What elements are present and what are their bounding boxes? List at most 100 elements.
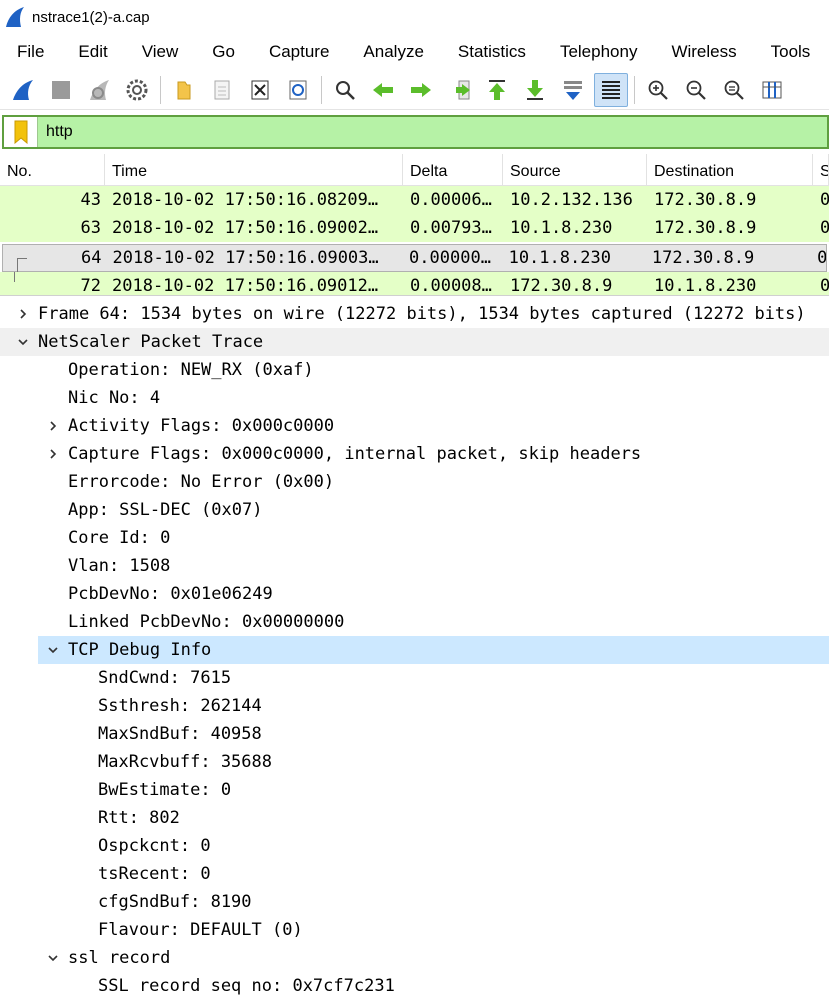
packet-s: 0 xyxy=(810,248,826,268)
column-header-destination[interactable]: Destination xyxy=(647,154,813,185)
display-filter-bar xyxy=(2,115,829,149)
go-last-packet-button[interactable] xyxy=(518,73,552,107)
go-first-packet-button[interactable] xyxy=(480,73,514,107)
detail-row-label: MaxRcvbuff: 35688 xyxy=(68,748,829,776)
detail-row[interactable]: Errorcode: No Error (0x00) xyxy=(0,468,829,496)
detail-row[interactable]: App: SSL-DEC (0x07) xyxy=(0,496,829,524)
detail-row[interactable]: Frame 64: 1534 bytes on wire (12272 bits… xyxy=(0,300,829,328)
detail-row[interactable]: Activity Flags: 0x000c0000 xyxy=(0,412,829,440)
detail-row[interactable]: BwEstimate: 0 xyxy=(0,776,829,804)
menu-wireless[interactable]: Wireless xyxy=(654,42,753,62)
detail-row[interactable]: Linked PcbDevNo: 0x00000000 xyxy=(0,608,829,636)
packet-time: 2018-10-02 17:50:16.09002… xyxy=(112,218,379,238)
open-file-button[interactable] xyxy=(167,73,201,107)
detail-row[interactable]: Rtt: 802 xyxy=(0,804,829,832)
column-header-no[interactable]: No. xyxy=(0,154,105,185)
detail-row[interactable]: Core Id: 0 xyxy=(0,524,829,552)
column-header-delta[interactable]: Delta xyxy=(403,154,503,185)
detail-row-label: Vlan: 1508 xyxy=(38,552,829,580)
colorize-lines-icon xyxy=(602,80,620,99)
normal-size-button[interactable] xyxy=(717,73,751,107)
column-header-s[interactable]: S xyxy=(813,154,829,185)
detail-row[interactable]: TCP Debug Info xyxy=(0,636,829,664)
stop-capture-button[interactable] xyxy=(44,73,78,107)
auto-scroll-button[interactable] xyxy=(556,73,590,107)
wireshark-fin-icon xyxy=(6,7,24,27)
go-to-packet-button[interactable] xyxy=(442,73,476,107)
detail-row[interactable]: SndCwnd: 7615 xyxy=(0,664,829,692)
menu-analyze[interactable]: Analyze xyxy=(346,42,440,62)
detail-row-label: Errorcode: No Error (0x00) xyxy=(38,468,829,496)
menu-go[interactable]: Go xyxy=(195,42,252,62)
detail-text: PcbDevNo: 0x01e06249 xyxy=(68,584,273,604)
folder-icon xyxy=(177,81,191,99)
packet-source: 10.1.8.230 xyxy=(508,248,611,268)
menu-view[interactable]: View xyxy=(125,42,196,62)
resize-columns-button[interactable] xyxy=(755,73,789,107)
detail-text: tsRecent: 0 xyxy=(98,864,211,884)
reload-file-button[interactable] xyxy=(281,73,315,107)
start-capture-button[interactable] xyxy=(6,73,40,107)
packet-destination: 172.30.8.9 xyxy=(651,248,755,268)
go-forward-button[interactable] xyxy=(404,73,438,107)
chevron-right-icon[interactable] xyxy=(38,448,68,460)
detail-row[interactable]: Vlan: 1508 xyxy=(0,552,829,580)
menu-bar: File Edit View Go Capture Analyze Statis… xyxy=(0,36,829,68)
restart-capture-button[interactable] xyxy=(82,73,116,107)
detail-row[interactable]: Capture Flags: 0x000c0000, internal pack… xyxy=(0,440,829,468)
detail-row[interactable]: NetScaler Packet Trace xyxy=(0,328,829,356)
zoom-out-button[interactable] xyxy=(679,73,713,107)
detail-row-label: ssl record xyxy=(38,944,829,972)
packet-row[interactable]: 63 2018-10-02 17:50:16.09002… 0.00793… 1… xyxy=(0,214,829,242)
colorize-button[interactable] xyxy=(594,72,628,107)
detail-text: Core Id: 0 xyxy=(68,528,171,548)
detail-row[interactable]: PcbDevNo: 0x01e06249 xyxy=(0,580,829,608)
detail-row-label: Activity Flags: 0x000c0000 xyxy=(38,412,829,440)
capture-options-button[interactable] xyxy=(120,73,154,107)
detail-row[interactable]: Nic No: 4 xyxy=(0,384,829,412)
detail-row[interactable]: Flavour: DEFAULT (0) xyxy=(0,916,829,944)
menu-file[interactable]: File xyxy=(0,42,61,62)
detail-row[interactable]: MaxRcvbuff: 35688 xyxy=(0,748,829,776)
close-file-button[interactable] xyxy=(243,73,277,107)
chevron-down-icon[interactable] xyxy=(38,644,68,656)
packet-details-tree: Frame 64: 1534 bytes on wire (12272 bits… xyxy=(0,300,829,1004)
bookmark-icon xyxy=(14,120,27,144)
chevron-right-icon[interactable] xyxy=(8,308,38,320)
go-back-button[interactable] xyxy=(366,73,400,107)
packet-time: 2018-10-02 17:50:16.09012… xyxy=(112,276,379,296)
detail-row-label: SndCwnd: 7615 xyxy=(68,664,829,692)
packet-row[interactable]: 43 2018-10-02 17:50:16.08209… 0.00006… 1… xyxy=(0,186,829,214)
column-header-source[interactable]: Source xyxy=(503,154,647,185)
display-filter-input[interactable] xyxy=(38,118,827,146)
zoom-in-button[interactable] xyxy=(641,73,675,107)
detail-text: Flavour: DEFAULT (0) xyxy=(98,920,303,940)
menu-edit[interactable]: Edit xyxy=(61,42,124,62)
detail-row[interactable]: ssl record xyxy=(0,944,829,972)
find-packet-button[interactable] xyxy=(328,73,362,107)
detail-row[interactable]: Ospckcnt: 0 xyxy=(0,832,829,860)
chevron-down-icon[interactable] xyxy=(8,336,38,348)
menu-tools[interactable]: Tools xyxy=(754,42,828,62)
packet-row-selected[interactable]: 64 2018-10-02 17:50:16.09003… 0.00000… 1… xyxy=(2,244,827,273)
detail-row[interactable]: MaxSndBuf: 40958 xyxy=(0,720,829,748)
detail-row-label: cfgSndBuf: 8190 xyxy=(68,888,829,916)
chevron-right-icon[interactable] xyxy=(38,420,68,432)
menu-capture[interactable]: Capture xyxy=(252,42,346,62)
detail-row[interactable]: SSL record seq no: 0x7cf7c231 xyxy=(0,972,829,1000)
chevron-down-icon[interactable] xyxy=(38,952,68,964)
menu-telephony[interactable]: Telephony xyxy=(543,42,655,62)
detail-row[interactable]: Operation: NEW_RX (0xaf) xyxy=(0,356,829,384)
packet-row[interactable]: 72 2018-10-02 17:50:16.09012… 0.00008… 1… xyxy=(0,272,829,296)
menu-statistics[interactable]: Statistics xyxy=(441,42,543,62)
detail-row[interactable]: cfgSndBuf: 8190 xyxy=(0,888,829,916)
detail-row-label: BwEstimate: 0 xyxy=(68,776,829,804)
column-header-time[interactable]: Time xyxy=(105,154,403,185)
detail-row[interactable]: tsRecent: 0 xyxy=(0,860,829,888)
detail-row[interactable]: Ssthresh: 262144 xyxy=(0,692,829,720)
packet-destination: 10.1.8.230 xyxy=(654,276,757,296)
document-icon xyxy=(214,80,230,99)
packet-time: 2018-10-02 17:50:16.09003… xyxy=(112,248,379,268)
save-file-button[interactable] xyxy=(205,73,239,107)
filter-bookmark-button[interactable] xyxy=(4,117,38,147)
